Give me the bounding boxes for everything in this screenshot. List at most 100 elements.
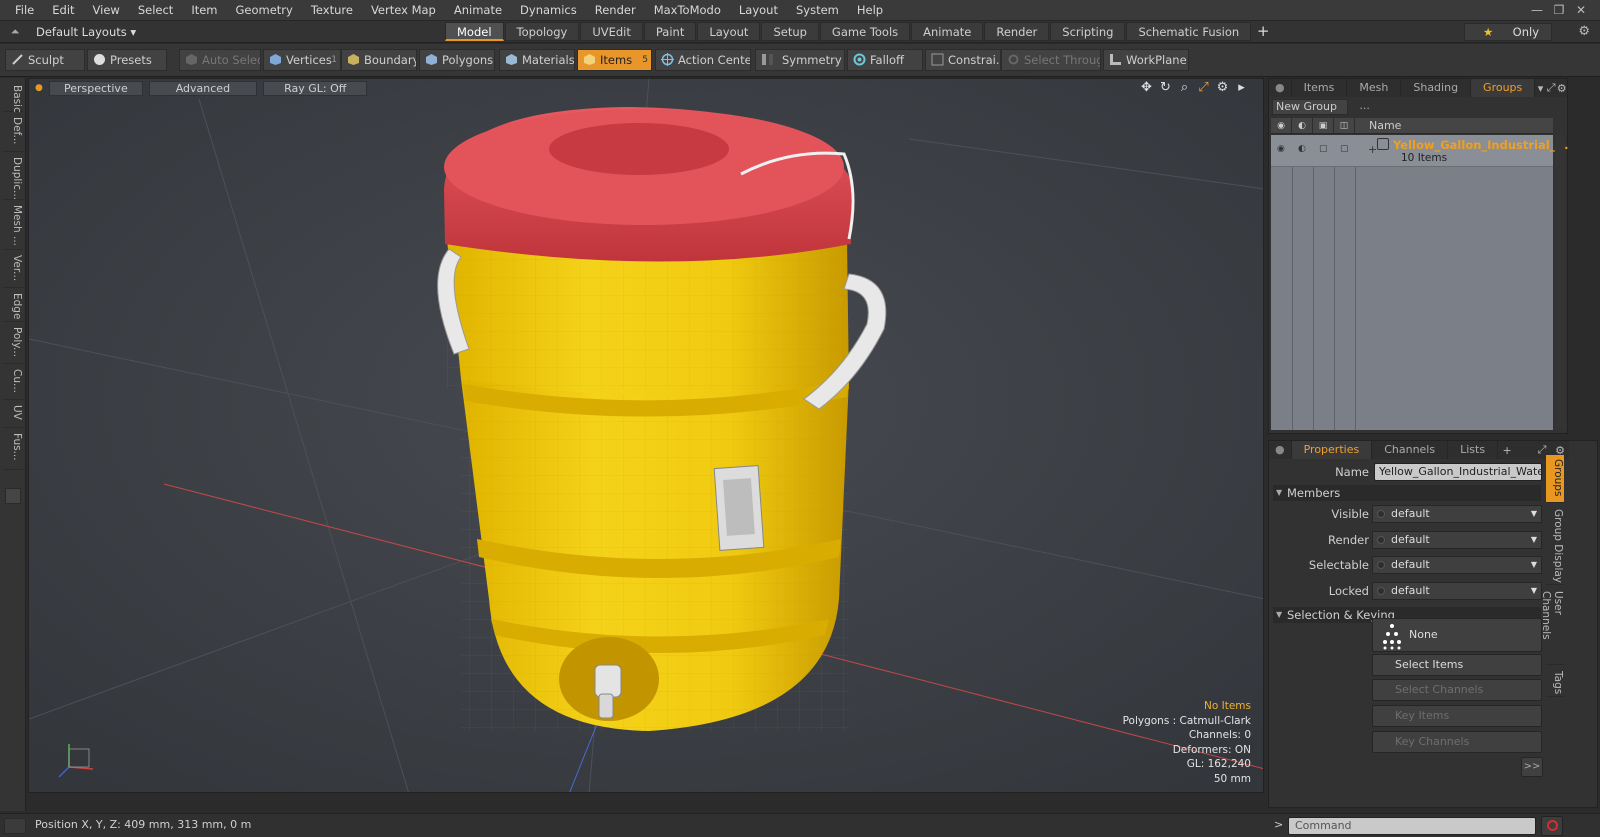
- row-eye-icon[interactable]: ◉: [1277, 144, 1285, 154]
- tab-scripting[interactable]: Scripting: [1050, 22, 1126, 41]
- name-input[interactable]: Yellow_Gallon_Industrial_Water_C: [1374, 463, 1542, 481]
- workplane-button[interactable]: WorkPlane: [1103, 49, 1189, 71]
- key-channels-button[interactable]: Key Channels: [1372, 731, 1542, 753]
- items-button[interactable]: Items 5: [577, 49, 652, 71]
- menu-view[interactable]: View: [84, 0, 129, 21]
- group-row[interactable]: ◉ ◐ ▢ ▢ + Yellow_Gallon_Industrial_... 1…: [1271, 135, 1569, 167]
- render-dropdown[interactable]: default ▼: [1372, 531, 1542, 549]
- expand-plus-icon[interactable]: +: [1368, 143, 1377, 156]
- tab-uvedit[interactable]: UVEdit: [580, 22, 643, 41]
- menu-maxtomodo[interactable]: MaxToModo: [645, 0, 730, 21]
- tab-items[interactable]: Items: [1292, 79, 1348, 97]
- sculpt-button[interactable]: Sculpt: [5, 49, 85, 71]
- zoom-icon[interactable]: ⌕: [1175, 80, 1194, 96]
- presets-button[interactable]: Presets: [87, 49, 167, 71]
- add-tab-plus-icon[interactable]: +: [1498, 444, 1516, 457]
- action-center-button[interactable]: Action Center: [655, 49, 751, 71]
- menu-select[interactable]: Select: [129, 0, 182, 21]
- group-name[interactable]: Yellow_Gallon_Industrial_...: [1393, 138, 1569, 152]
- tab-mesh[interactable]: Mesh ...: [1347, 79, 1402, 112]
- auto-select-button[interactable]: Auto Select: [179, 49, 261, 71]
- advanced-button[interactable]: Advanced: [148, 80, 258, 96]
- menu-vertex-map[interactable]: Vertex Map: [362, 0, 445, 21]
- visibility-eye-icon[interactable]: ◉: [1271, 118, 1292, 133]
- viewport-gear-icon[interactable]: ⚙: [1213, 80, 1232, 96]
- side-tab-groups[interactable]: Groups: [1546, 455, 1564, 503]
- perspective-button[interactable]: Perspective: [49, 80, 143, 96]
- tab-channels[interactable]: Channels: [1372, 441, 1449, 459]
- locked-dropdown[interactable]: default ▼: [1372, 582, 1542, 600]
- only-button[interactable]: ★ Only: [1464, 23, 1552, 41]
- menu-geometry[interactable]: Geometry: [227, 0, 302, 21]
- tab-model[interactable]: Model: [445, 22, 504, 41]
- falloff-button[interactable]: Falloff: [847, 49, 923, 71]
- collapse-up-icon[interactable]: ⏶: [6, 23, 24, 41]
- minimize-icon[interactable]: —: [1526, 0, 1548, 20]
- members-section[interactable]: ▼ Members: [1273, 485, 1541, 501]
- tab-render[interactable]: Render: [984, 22, 1050, 41]
- menu-dynamics[interactable]: Dynamics: [511, 0, 586, 21]
- tab-paint[interactable]: Paint: [643, 22, 697, 41]
- menu-layout[interactable]: Layout: [730, 0, 787, 21]
- groups-scrollbar[interactable]: [1555, 135, 1565, 430]
- menu-animate[interactable]: Animate: [445, 0, 511, 21]
- menu-system[interactable]: System: [787, 0, 848, 21]
- strip-expand-button[interactable]: [5, 488, 21, 504]
- render-icon[interactable]: ◐: [1292, 118, 1313, 133]
- side-tab-user-channels[interactable]: User Channels: [1540, 587, 1564, 665]
- tab-setup[interactable]: Setup: [761, 22, 819, 41]
- left-tab-mesh[interactable]: Mesh ...: [3, 202, 23, 250]
- gear-icon[interactable]: ⚙: [1578, 24, 1590, 39]
- tab-properties[interactable]: Properties: [1291, 441, 1373, 459]
- raygl-button[interactable]: Ray GL: Off: [263, 80, 368, 96]
- command-input[interactable]: Command: [1288, 817, 1536, 835]
- row-render-icon[interactable]: ◐: [1298, 144, 1306, 154]
- constraints-button[interactable]: Constrai...: [925, 49, 1001, 71]
- boundary-button[interactable]: Boundary: [341, 49, 417, 71]
- key-items-button[interactable]: Key Items: [1372, 705, 1542, 727]
- layout-selector[interactable]: Default Layouts ▾: [36, 23, 136, 41]
- groups-grid[interactable]: ◉ ◐ ▢ ▢ + Yellow_Gallon_Industrial_... 1…: [1271, 135, 1569, 430]
- polygons-button[interactable]: Polygons: [419, 49, 495, 71]
- row-lock-icon[interactable]: ▢: [1319, 144, 1328, 154]
- status-toggle-button[interactable]: [4, 818, 26, 834]
- select-through-button[interactable]: Select Through: [1001, 49, 1101, 71]
- add-tab-icon[interactable]: +: [1252, 22, 1274, 41]
- fit-icon[interactable]: ⤢: [1194, 80, 1213, 96]
- menu-item[interactable]: Item: [182, 0, 226, 21]
- tabs-dropdown-icon[interactable]: ▾: [1535, 82, 1546, 95]
- left-tab-fusion[interactable]: Fus...: [3, 430, 23, 470]
- tab-lists[interactable]: Lists: [1448, 441, 1499, 459]
- select-channels-button[interactable]: Select Channels: [1372, 679, 1542, 701]
- menu-edit[interactable]: Edit: [43, 0, 83, 21]
- record-button[interactable]: [1541, 816, 1563, 836]
- materials-button[interactable]: Materials: [499, 49, 575, 71]
- panel-gear-icon[interactable]: ⚙: [1556, 82, 1567, 95]
- properties-menu-icon[interactable]: ●: [1269, 441, 1292, 459]
- none-button[interactable]: None: [1372, 618, 1542, 652]
- left-tab-polygon[interactable]: Poly...: [3, 324, 23, 364]
- menu-file[interactable]: File: [6, 0, 43, 21]
- menu-render[interactable]: Render: [586, 0, 645, 21]
- left-tab-duplicate[interactable]: Duplic...: [3, 154, 23, 200]
- tab-groups[interactable]: Groups: [1471, 79, 1536, 97]
- tab-animate[interactable]: Animate: [911, 22, 984, 41]
- left-tab-curve[interactable]: Cu...: [3, 366, 23, 400]
- new-group-button[interactable]: New Group: [1272, 99, 1348, 115]
- 3d-viewport[interactable]: ● Perspective Advanced Ray GL: Off ✥ ↻ ⌕…: [28, 78, 1264, 793]
- tab-layout[interactable]: Layout: [697, 22, 761, 41]
- side-tab-group-display[interactable]: Group Display: [1546, 505, 1564, 585]
- left-tab-vertex[interactable]: Ver...: [3, 252, 23, 288]
- vertices-button[interactable]: Vertices 1: [263, 49, 341, 71]
- maximize-icon[interactable]: ❐: [1548, 0, 1570, 20]
- rotate-icon[interactable]: ↻: [1156, 80, 1175, 96]
- name-column-header[interactable]: Name: [1355, 118, 1401, 133]
- visible-dropdown[interactable]: default ▼: [1372, 505, 1542, 523]
- side-tab-tags[interactable]: Tags: [1546, 667, 1564, 697]
- close-icon[interactable]: ✕: [1570, 0, 1592, 20]
- lock-icon[interactable]: ▣: [1313, 118, 1334, 133]
- left-tab-edge[interactable]: Edge: [3, 290, 23, 322]
- selectable-dropdown[interactable]: default ▼: [1372, 556, 1542, 574]
- tab-schematic-fusion[interactable]: Schematic Fusion: [1126, 22, 1252, 41]
- select-items-button[interactable]: Select Items: [1372, 654, 1542, 676]
